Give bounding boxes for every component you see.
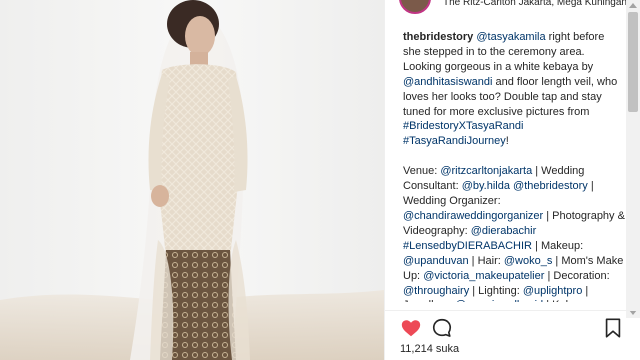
- caption-fragment: | Decoration:: [544, 269, 610, 282]
- post-header: The Ritz-Carlton Jakarta, Mega Kuningan: [385, 0, 640, 14]
- caption-link[interactable]: @thebridestory: [513, 180, 588, 192]
- caption-link[interactable]: #BridestoryXTasyaRandi: [403, 120, 523, 132]
- post-location[interactable]: The Ritz-Carlton Jakarta, Mega Kuningan: [443, 0, 627, 8]
- bride-photo-illustration: [0, 0, 384, 360]
- post-photo[interactable]: [0, 0, 384, 360]
- like-count[interactable]: 11,214 suka: [400, 343, 459, 355]
- scroll-up-arrow[interactable]: [629, 3, 637, 8]
- post-side-panel: The Ritz-Carlton Jakarta, Mega Kuningan …: [384, 0, 640, 360]
- caption-link[interactable]: @upanduvan: [403, 255, 469, 267]
- comment-bubble-icon[interactable]: [431, 317, 453, 339]
- caption-link[interactable]: @uplightpro: [523, 285, 582, 297]
- avatar[interactable]: [399, 0, 431, 14]
- caption-link[interactable]: @dierabachir: [471, 225, 537, 237]
- caption-text: thebridestory @tasyakamila right before …: [403, 30, 625, 149]
- caption-fragment: | Hair:: [468, 254, 504, 267]
- caption-fragment: | Lighting:: [469, 284, 523, 297]
- scrollbar-thumb[interactable]: [628, 12, 638, 112]
- caption-fragment: !: [505, 135, 509, 148]
- caption-fragment: | Kebaya:: [543, 299, 592, 302]
- caption-link[interactable]: @victoria_makeupatelier: [423, 270, 544, 282]
- caption-link[interactable]: #TasyaRandiJourney: [403, 135, 506, 147]
- caption-fragment: Venue:: [403, 165, 441, 178]
- heart-icon[interactable]: [400, 317, 422, 339]
- caption-link[interactable]: @swanjewelleryid: [455, 299, 543, 302]
- caption-scrollbar[interactable]: [626, 0, 640, 318]
- caption-username[interactable]: thebridestory: [403, 31, 473, 43]
- bookmark-icon[interactable]: [602, 317, 624, 339]
- caption-link[interactable]: @by.hilda: [462, 180, 510, 192]
- caption-link[interactable]: @ritzcarltonjakarta: [440, 165, 532, 177]
- caption-credits: Venue: @ritzcarltonjakarta | Wedding Con…: [403, 164, 625, 302]
- caption-link[interactable]: #LensedbyDIERABACHIR: [403, 240, 532, 252]
- caption-link[interactable]: @chandiraweddingorganizer: [403, 210, 543, 222]
- caption-link[interactable]: @throughairy: [403, 285, 469, 297]
- caption-fragment: | Makeup:: [532, 239, 584, 252]
- post-actions: [384, 310, 640, 344]
- post-caption: thebridestory @tasyakamila right before …: [403, 30, 625, 302]
- caption-link[interactable]: @tasyakamila: [476, 31, 545, 43]
- caption-link[interactable]: @woko_s: [504, 255, 552, 267]
- caption-link[interactable]: @andhitasiswandi: [403, 76, 492, 88]
